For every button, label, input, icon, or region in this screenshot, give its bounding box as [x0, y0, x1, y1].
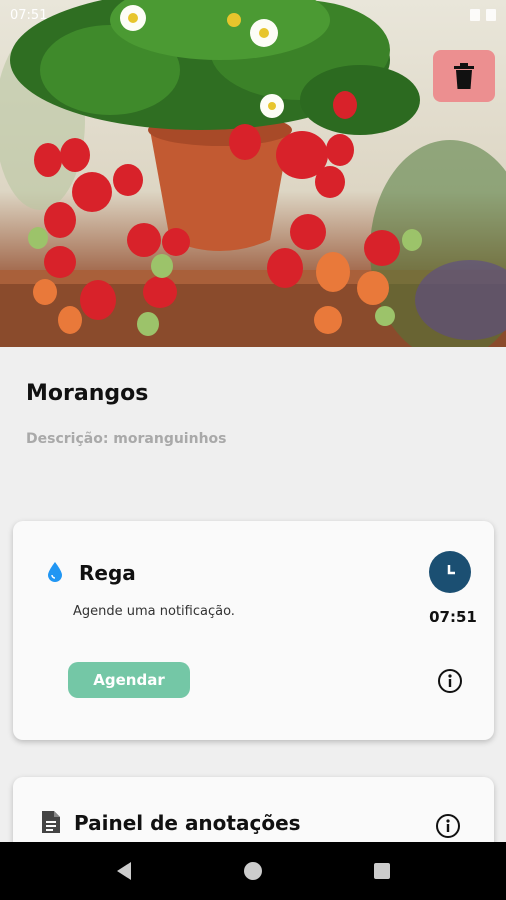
nav-home-button[interactable] — [233, 851, 273, 891]
watering-subtitle: Agende uma notificação. — [73, 604, 235, 619]
document-icon — [42, 811, 60, 833]
notes-title: Painel de anotações — [74, 811, 301, 835]
status-icons — [470, 9, 496, 21]
watering-card: Rega Agende uma notificação. 07:51 Agend… — [13, 521, 494, 740]
home-circle-icon — [243, 862, 262, 880]
nav-back-button[interactable] — [104, 851, 144, 891]
plant-photo — [0, 0, 506, 347]
plant-description: Descrição: moranguinhos — [26, 431, 227, 447]
signal-icon — [470, 9, 480, 21]
recents-square-icon — [373, 863, 390, 879]
info-icon[interactable] — [435, 813, 461, 839]
scheduled-time: 07:51 — [429, 608, 477, 626]
nav-recents-button[interactable] — [362, 851, 402, 891]
clock-icon — [447, 565, 455, 575]
info-icon[interactable] — [437, 668, 463, 694]
schedule-button[interactable]: Agendar — [68, 662, 190, 698]
trash-icon — [454, 63, 474, 89]
plant-name: Morangos — [26, 381, 149, 406]
navigation-bar — [0, 842, 506, 900]
status-time: 07:51 — [10, 7, 48, 23]
water-drop-icon — [48, 562, 62, 582]
watering-title: Rega — [79, 561, 136, 585]
battery-icon — [486, 9, 496, 21]
back-triangle-icon — [117, 862, 132, 880]
clock-button[interactable] — [429, 551, 471, 593]
delete-button[interactable] — [433, 50, 495, 102]
strawberry-plant-illustration — [0, 0, 506, 347]
status-bar: 07:51 — [0, 0, 506, 30]
